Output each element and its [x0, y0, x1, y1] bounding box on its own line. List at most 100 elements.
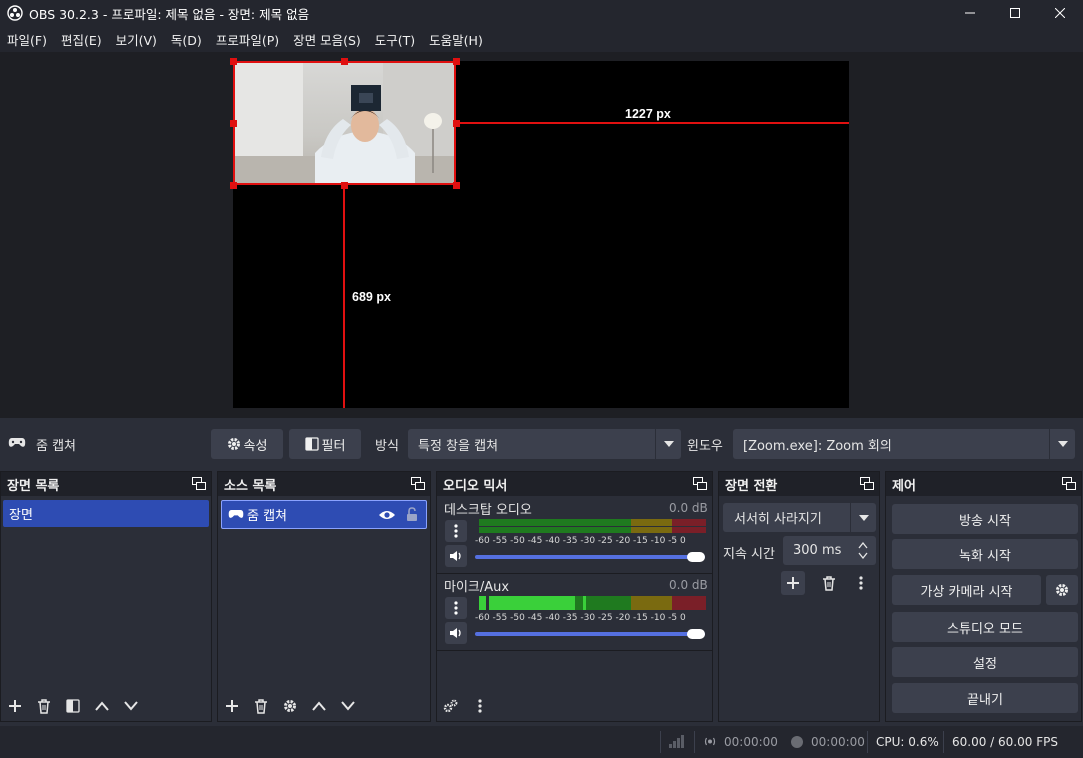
minimize-button[interactable]	[947, 0, 993, 26]
move-source-up-button[interactable]	[307, 695, 331, 717]
start-virtual-camera-button[interactable]: 가상 카메라 시작	[892, 575, 1041, 605]
status-divider	[694, 731, 695, 753]
resize-handle[interactable]	[453, 58, 460, 65]
kebab-icon	[859, 576, 863, 590]
menu-edit[interactable]: 편집(E)	[54, 30, 109, 49]
transition-properties-button[interactable]	[849, 571, 873, 595]
scenes-toolbar	[1, 691, 211, 721]
start-streaming-button[interactable]: 방송 시작	[892, 504, 1078, 534]
float-dock-icon[interactable]	[860, 477, 874, 490]
window-select[interactable]: [Zoom.exe]: Zoom 회의	[733, 429, 1075, 459]
obs-logo-icon	[7, 5, 23, 21]
menu-profile[interactable]: 프로파일(P)	[209, 30, 286, 49]
exit-button[interactable]: 끝내기	[892, 683, 1078, 713]
scene-list-item[interactable]: 장면	[3, 500, 209, 527]
signal-bars-icon	[669, 735, 684, 748]
channel-menu-button[interactable]	[445, 520, 467, 542]
window-select-value: [Zoom.exe]: Zoom 회의	[743, 438, 892, 454]
broadcast-icon	[704, 737, 716, 746]
minimize-icon	[965, 12, 975, 14]
chevron-down-icon	[850, 503, 876, 532]
settings-button[interactable]: 설정	[892, 647, 1078, 677]
controls-dock: 제어 방송 시작 녹화 시작 가상 카메라 시작 스튜디오 모드 설정 끝내기	[885, 471, 1082, 722]
record-icon	[791, 736, 803, 748]
window-label: 윈도우	[687, 439, 723, 454]
resize-handle[interactable]	[230, 120, 237, 127]
capture-method-value: 특정 창을 캡쳐	[418, 438, 499, 454]
mute-button[interactable]	[445, 622, 467, 644]
close-button[interactable]	[1037, 0, 1083, 26]
move-scene-up-button[interactable]	[90, 695, 114, 717]
duration-spinbox[interactable]: 300 ms	[783, 536, 876, 565]
add-transition-button[interactable]	[781, 571, 805, 595]
method-label: 방식	[375, 439, 399, 454]
remove-source-button[interactable]	[249, 695, 273, 717]
menu-help[interactable]: 도움말(H)	[422, 30, 490, 49]
studio-mode-button[interactable]: 스튜디오 모드	[892, 612, 1078, 642]
float-dock-icon[interactable]	[693, 477, 707, 490]
mute-button[interactable]	[445, 545, 467, 567]
menu-docks[interactable]: 독(D)	[164, 30, 209, 49]
transitions-header: 장면 전환	[719, 472, 879, 496]
maximize-button[interactable]	[992, 0, 1038, 26]
menu-view[interactable]: 보기(V)	[109, 30, 164, 49]
spin-arrows[interactable]	[850, 536, 876, 565]
remove-transition-button[interactable]	[817, 571, 841, 595]
filters-button[interactable]: 필터	[289, 429, 361, 459]
resize-handle[interactable]	[230, 182, 237, 189]
gamepad-icon	[228, 510, 244, 518]
eye-icon[interactable]	[378, 509, 396, 521]
scenes-dock-title: 장면 목록	[7, 478, 60, 494]
float-dock-icon[interactable]	[192, 477, 206, 490]
add-scene-button[interactable]	[3, 695, 27, 717]
virtual-camera-settings-button[interactable]	[1046, 575, 1078, 605]
scenes-dock-header: 장면 목록	[1, 472, 211, 496]
menu-file[interactable]: 파일(F)	[0, 30, 54, 49]
channel-menu-button[interactable]	[445, 597, 467, 619]
channel-name: 마이크/Aux	[444, 580, 510, 595]
status-divider	[867, 731, 868, 753]
start-recording-label: 녹화 시작	[959, 548, 1011, 564]
remove-scene-button[interactable]	[32, 695, 56, 717]
unlock-icon[interactable]	[406, 507, 418, 522]
advanced-audio-button[interactable]	[439, 695, 463, 717]
resize-handle[interactable]	[341, 58, 348, 65]
volume-slider[interactable]	[475, 555, 705, 559]
window-title: OBS 30.2.3 - 프로파일: 제목 없음 - 장면: 제목 없음	[29, 6, 310, 22]
audio-mixer-header: 오디오 믹서	[437, 472, 712, 496]
filters-label: 필터	[321, 438, 346, 454]
source-list-item[interactable]: 줌 캡쳐	[221, 500, 427, 529]
trash-icon	[255, 698, 267, 714]
plus-icon	[9, 700, 21, 712]
source-properties-button[interactable]	[278, 695, 302, 717]
move-source-down-button[interactable]	[336, 695, 360, 717]
start-recording-button[interactable]: 녹화 시작	[892, 539, 1078, 569]
resize-handle[interactable]	[453, 182, 460, 189]
move-scene-down-button[interactable]	[119, 695, 143, 717]
chevron-down-icon	[858, 552, 868, 559]
capture-method-select[interactable]: 특정 창을 캡쳐	[408, 429, 681, 459]
sources-dock-header: 소스 목록	[218, 472, 430, 496]
mixer-menu-button[interactable]	[468, 695, 492, 717]
preview-canvas[interactable]: 1227 px 689 px	[230, 58, 849, 408]
channel-db: 0.0 dB	[669, 501, 708, 515]
volume-slider-handle[interactable]	[687, 629, 705, 639]
transition-type-select[interactable]: 서서히 사라지기	[723, 503, 876, 532]
volume-slider[interactable]	[475, 632, 705, 636]
scene-filters-button[interactable]	[61, 695, 85, 717]
resize-handle[interactable]	[230, 58, 237, 65]
float-dock-icon[interactable]	[411, 477, 425, 490]
preview-area[interactable]: 1227 px 689 px	[0, 52, 1083, 418]
gear-icon	[227, 438, 240, 450]
float-dock-icon[interactable]	[1062, 477, 1076, 490]
controls-header: 제어	[886, 472, 1081, 496]
properties-button[interactable]: 속성	[211, 429, 283, 459]
menu-scene-collection[interactable]: 장면 모음(S)	[286, 30, 368, 49]
add-source-button[interactable]	[220, 695, 244, 717]
selection-box[interactable]	[233, 61, 456, 185]
speaker-icon	[450, 628, 461, 638]
volume-slider-handle[interactable]	[687, 552, 705, 562]
menu-tools[interactable]: 도구(T)	[368, 30, 422, 49]
gears-icon	[443, 699, 458, 713]
duration-value: 300 ms	[793, 543, 842, 558]
